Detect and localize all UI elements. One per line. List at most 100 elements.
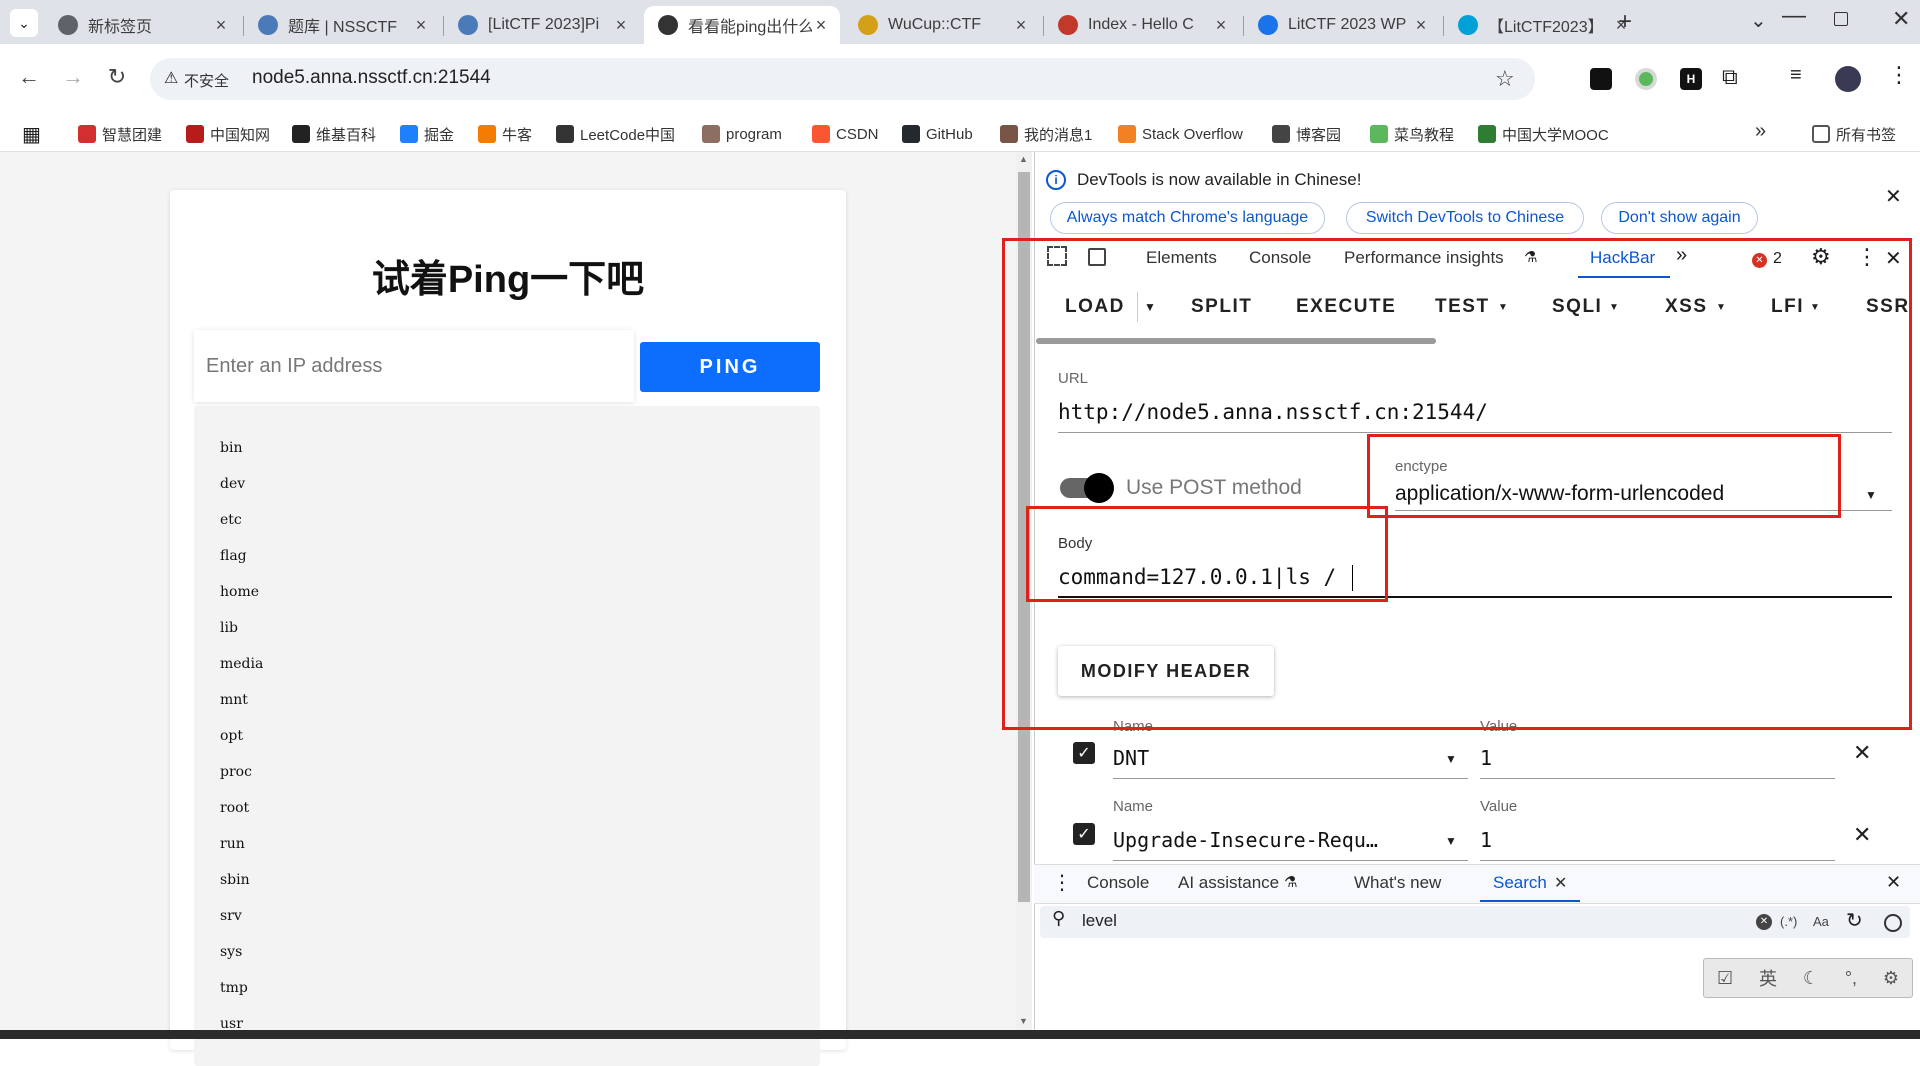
ime-settings-icon[interactable]: ⚙	[1883, 968, 1899, 989]
tab-2[interactable]: 题库 | NSSCTF ×	[244, 6, 440, 44]
ip-address-input[interactable]	[194, 330, 634, 402]
active-drawer-tab-underline	[1480, 900, 1580, 902]
close-tab-icon[interactable]: ×	[1212, 15, 1230, 36]
window-dropdown-icon[interactable]: ⌄	[1750, 8, 1767, 33]
tab-6[interactable]: Index - Hello C ×	[1044, 6, 1240, 44]
header-checkbox-upgrade[interactable]: ✓	[1073, 823, 1095, 845]
drawer-tab-whats-new[interactable]: What's new	[1354, 873, 1441, 893]
bookmark-item[interactable]: 博客园	[1272, 120, 1341, 148]
drawer-tab-console[interactable]: Console	[1087, 873, 1149, 893]
tab-8[interactable]: 【LitCTF2023】 ×	[1444, 6, 1640, 44]
drawer-tab-ai-assistance[interactable]: AI assistance	[1178, 873, 1279, 893]
drawer-menu-icon[interactable]: ⋮	[1052, 870, 1072, 895]
punctuation-icon[interactable]: °,	[1845, 968, 1857, 989]
bookmark-item[interactable]: 中国大学MOOC	[1478, 120, 1609, 148]
close-tab-icon[interactable]: ×	[212, 15, 230, 36]
ime-check-icon[interactable]: ☑	[1717, 968, 1733, 989]
dont-show-again-button[interactable]: Don't show again	[1601, 202, 1758, 234]
header-value-field[interactable]: 1	[1480, 746, 1492, 770]
avatar[interactable]	[1835, 66, 1861, 92]
scroll-down-icon[interactable]: ▼	[1019, 1016, 1028, 1026]
minimize-icon[interactable]: —	[1782, 2, 1806, 30]
apps-icon[interactable]: ▦	[22, 122, 41, 147]
close-tab-icon[interactable]: ×	[1012, 15, 1030, 36]
bookmark-item[interactable]: 菜鸟教程	[1370, 120, 1454, 148]
bookmark-label: Stack Overflow	[1142, 125, 1243, 143]
header-name-field[interactable]: Upgrade-Insecure-Requ…	[1113, 828, 1413, 852]
bookmark-favicon-icon	[478, 125, 496, 143]
bookmark-item[interactable]: CSDN	[812, 120, 879, 148]
all-bookmarks[interactable]: 所有书签	[1812, 120, 1896, 148]
media-control-icon[interactable]: ≡	[1790, 64, 1802, 87]
refresh-search-icon[interactable]: ↻	[1846, 908, 1863, 933]
reload-icon[interactable]: ↻	[102, 64, 132, 90]
tab-4[interactable]: 看看能ping出什么 ×	[644, 6, 840, 44]
tab-search-button[interactable]: ⌄	[10, 9, 38, 37]
back-icon[interactable]: ←	[14, 64, 44, 90]
close-tab-icon[interactable]: ×	[812, 15, 830, 36]
clear-results-icon[interactable]	[1884, 914, 1902, 932]
clear-search-icon[interactable]: ✕	[1756, 914, 1772, 930]
warning-icon[interactable]: ⚠	[164, 68, 178, 88]
menu-kebab-icon[interactable]: ⋮	[1888, 62, 1910, 88]
chevron-down-icon: ⌄	[18, 14, 30, 31]
forward-icon[interactable]: →	[58, 64, 88, 90]
new-tab-button[interactable]: +	[1618, 8, 1632, 36]
extension-icon-2[interactable]	[1635, 68, 1657, 90]
moon-icon[interactable]: ☾	[1803, 968, 1819, 989]
extensions-puzzle-icon[interactable]: ⧉	[1722, 64, 1738, 90]
remove-header-icon[interactable]: ✕	[1853, 822, 1871, 848]
remove-header-icon[interactable]: ✕	[1853, 740, 1871, 766]
tab-separator	[243, 16, 244, 36]
url-text[interactable]: node5.anna.nssctf.cn:21544	[252, 67, 491, 89]
header-name-dropdown-icon[interactable]: ▼	[1445, 752, 1457, 766]
close-tab-icon[interactable]: ×	[412, 15, 430, 36]
infobar-close-icon[interactable]: ✕	[1885, 184, 1902, 209]
restore-icon[interactable]	[1834, 12, 1848, 26]
search-input[interactable]: level	[1082, 911, 1117, 931]
tab-title: LitCTF 2023 WP	[1288, 16, 1407, 33]
bookmark-item[interactable]: 中国知网	[186, 120, 270, 148]
always-match-language-button[interactable]: Always match Chrome's language	[1050, 202, 1325, 234]
bookmark-label: 掘金	[424, 126, 455, 144]
ctf-icon	[1058, 15, 1078, 35]
security-label[interactable]: 不安全	[184, 70, 229, 91]
header-checkbox-dnt[interactable]: ✓	[1073, 742, 1095, 764]
bookmark-label: CSDN	[836, 125, 879, 143]
bookmark-item[interactable]: 维基百科	[292, 120, 376, 148]
regex-toggle[interactable]: (.*)	[1780, 914, 1797, 929]
tab-7[interactable]: LitCTF 2023 WP ×	[1244, 6, 1440, 44]
ime-language-toggle[interactable]: 英	[1759, 965, 1777, 991]
header-name-dropdown-icon[interactable]: ▼	[1445, 834, 1457, 848]
bookmark-item[interactable]: LeetCode中国	[556, 120, 675, 148]
tab-title: 看看能ping出什么	[688, 19, 812, 36]
tab-3[interactable]: [LitCTF 2023]Pi ×	[444, 6, 640, 44]
match-case-toggle[interactable]: Aa	[1813, 914, 1829, 929]
star-icon[interactable]: ☆	[1495, 66, 1515, 92]
omnibox[interactable]: ⚠ 不安全 node5.anna.nssctf.cn:21544 ☆	[150, 58, 1535, 100]
bookmark-item[interactable]: 牛客	[478, 120, 532, 148]
switch-to-chinese-button[interactable]: Switch DevTools to Chinese	[1346, 202, 1584, 234]
tab-5[interactable]: WuCup::CTF ×	[844, 6, 1040, 44]
bookmark-item[interactable]: 掘金	[400, 120, 454, 148]
header-value-field[interactable]: 1	[1480, 828, 1492, 852]
bookmarks-more-button[interactable]: »	[1755, 120, 1766, 143]
extension-icon-1[interactable]	[1590, 68, 1612, 90]
close-tab-icon[interactable]: ×	[1412, 15, 1430, 36]
drawer-close-icon[interactable]: ✕	[1886, 872, 1901, 893]
bookmark-item[interactable]: GitHub	[902, 120, 973, 148]
tab-1[interactable]: 新标签页 ×	[44, 6, 240, 44]
close-search-tab-icon[interactable]: ✕	[1554, 873, 1567, 893]
bookmark-item[interactable]: 智慧团建	[78, 120, 162, 148]
hackbar-extension-icon[interactable]: H	[1680, 68, 1702, 90]
bookmark-item[interactable]: Stack Overflow	[1118, 120, 1243, 148]
ping-button[interactable]: PING	[640, 342, 820, 392]
close-window-icon[interactable]: ✕	[1892, 6, 1910, 32]
scroll-up-icon[interactable]: ▲	[1019, 154, 1028, 164]
nssctf-icon	[458, 15, 478, 35]
drawer-tab-search[interactable]: Search	[1493, 873, 1547, 893]
bookmark-item[interactable]: program	[702, 120, 782, 148]
header-name-field[interactable]: DNT	[1113, 746, 1149, 770]
close-tab-icon[interactable]: ×	[612, 15, 630, 36]
bookmark-item[interactable]: 我的消息1	[1000, 120, 1092, 148]
